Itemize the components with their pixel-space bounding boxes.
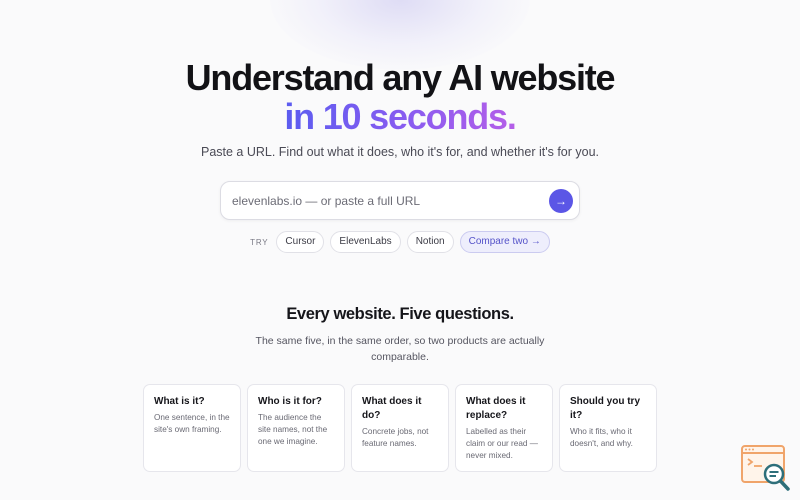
hero-title-line2: in 10 seconds.: [284, 96, 517, 137]
card-title: What is it?: [154, 396, 205, 407]
question-card-what-is-it: What is it? One sentence, in the site's …: [143, 384, 241, 472]
try-suggestions: TRY Cursor ElevenLabs Notion Compare two…: [0, 231, 800, 253]
question-card-what-does-it-replace: What does it replace? Labelled as their …: [455, 384, 553, 472]
chip-cursor[interactable]: Cursor: [276, 231, 325, 253]
hero-title: Understand any AI website in 10 seconds.: [0, 58, 800, 136]
arrow-right-icon: →: [555, 194, 567, 208]
question-card-should-you-try-it: Should you try it? Who it fits, who it d…: [559, 384, 657, 472]
chip-elevenlabs[interactable]: ElevenLabs: [330, 231, 401, 253]
browser-magnifier-icon: [741, 445, 790, 491]
card-body: One sentence, in the site's own framing.: [154, 413, 230, 434]
section-title: Every website. Five questions.: [286, 305, 514, 323]
section-description: The same five, in the same order, so two…: [255, 335, 545, 363]
submit-button[interactable]: →: [549, 189, 573, 213]
card-title: What does it do?: [362, 396, 422, 421]
hero-subtitle: Paste a URL. Find out what it does, who …: [200, 145, 600, 159]
compare-two-button[interactable]: Compare two →: [459, 231, 550, 253]
question-card-who-is-it-for: Who is it for? The audience the site nam…: [247, 384, 345, 472]
url-input[interactable]: [232, 182, 542, 219]
card-body: The audience the site names, not the one…: [258, 413, 328, 446]
card-body: Who it fits, who it doesn't, and why.: [570, 427, 633, 448]
question-card-what-does-it-do: What does it do? Concrete jobs, not feat…: [351, 384, 449, 472]
hero-title-line1: Understand any AI website: [185, 57, 616, 98]
try-label: TRY: [250, 237, 269, 247]
chip-notion[interactable]: Notion: [406, 231, 454, 253]
card-title: Who is it for?: [258, 396, 322, 407]
card-body: Concrete jobs, not feature names.: [362, 427, 429, 448]
card-title: What does it replace?: [466, 396, 526, 421]
url-search-box: →: [220, 181, 580, 220]
card-body: Labelled as their claim or our read — ne…: [466, 427, 538, 460]
card-title: Should you try it?: [570, 396, 640, 421]
